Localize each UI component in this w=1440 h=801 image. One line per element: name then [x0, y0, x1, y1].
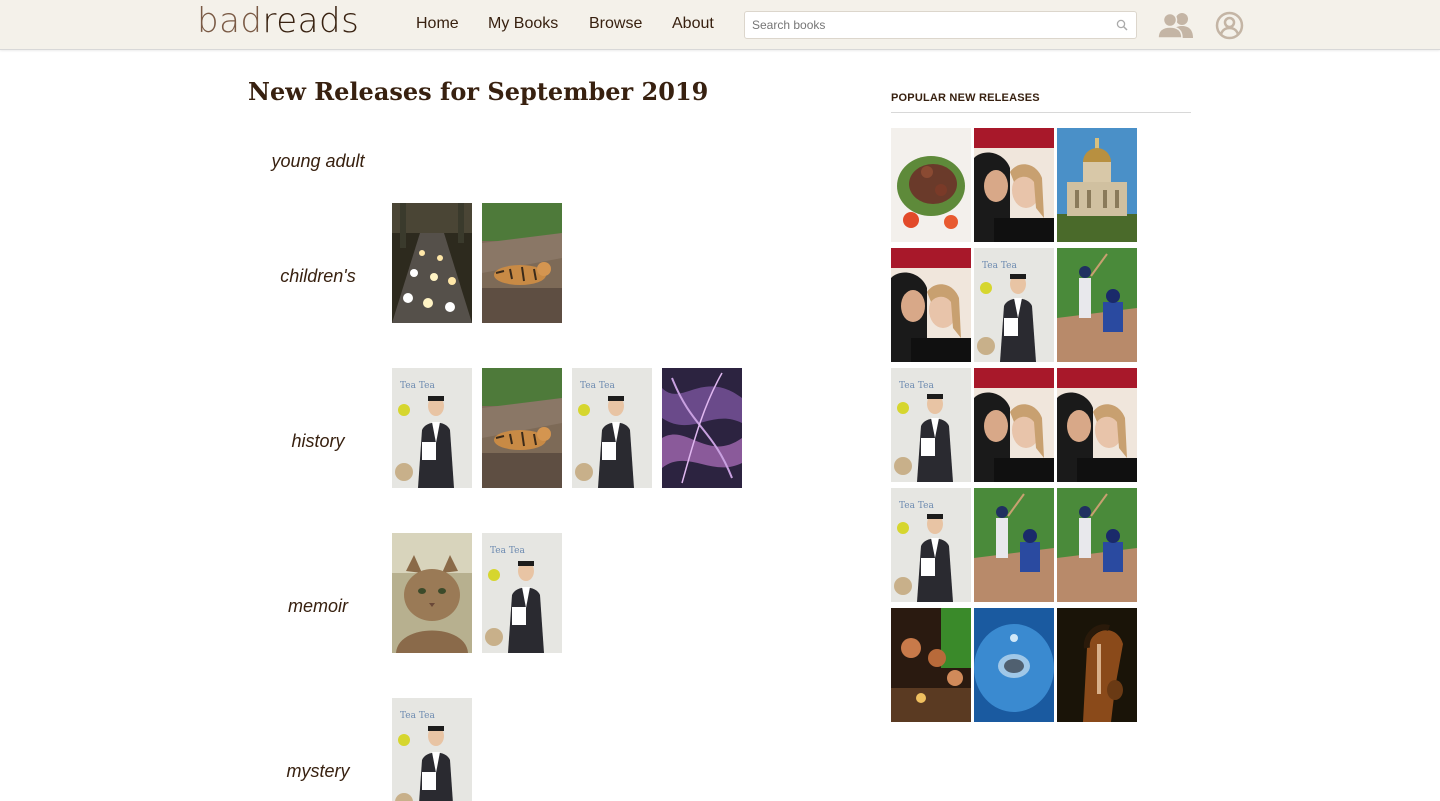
book-cover-speaker-at-event[interactable]: Tea Tea	[392, 368, 472, 488]
nav-browse-link[interactable]: Browse	[589, 14, 642, 34]
book-cover-abstract-purple-smoke[interactable]	[662, 368, 742, 488]
genre-label-memoir[interactable]: memoir	[248, 595, 388, 617]
svg-text:Tea Tea: Tea Tea	[400, 381, 435, 391]
popular-cover-salad-plate[interactable]	[891, 128, 971, 242]
book-cover-tiger-on-wall[interactable]	[482, 368, 562, 488]
badreads-logo[interactable]: badreads	[197, 2, 359, 40]
search-box	[744, 11, 1137, 39]
popular-cover-baseball-game[interactable]	[1057, 248, 1137, 362]
book-cover-speaker-at-event[interactable]: Tea Tea	[392, 698, 472, 801]
nav-about-link[interactable]: About	[672, 14, 714, 34]
book-cover-speaker-at-event[interactable]: Tea Tea	[572, 368, 652, 488]
popular-cover-horse-portrait[interactable]	[1057, 608, 1137, 722]
genre-label-young-adult[interactable]: young adult	[248, 150, 388, 172]
popular-cover-baseball-game[interactable]	[974, 488, 1054, 602]
search-icon[interactable]	[1116, 19, 1128, 31]
genre-label-mystery[interactable]: mystery	[248, 760, 388, 782]
genre-label-history[interactable]: history	[248, 430, 388, 452]
popular-cover-speaker-at-event[interactable]: Tea Tea	[891, 488, 971, 602]
search-input[interactable]	[745, 12, 1112, 38]
nav-my-books-link[interactable]: My Books	[488, 14, 558, 34]
popular-cover-restaurant-crowd[interactable]	[891, 608, 971, 722]
svg-text:Tea Tea: Tea Tea	[400, 711, 435, 721]
book-cover-tiger-on-wall[interactable]	[482, 203, 562, 323]
page-title: New Releases for September 2019	[248, 77, 709, 106]
friends-icon[interactable]	[1158, 11, 1194, 39]
nav-home-link[interactable]: Home	[416, 14, 459, 34]
sidebar-divider	[891, 112, 1191, 113]
popular-cover-speaker-at-event[interactable]: Tea Tea	[974, 248, 1054, 362]
svg-text:Tea Tea: Tea Tea	[982, 261, 1017, 271]
svg-text:Tea Tea: Tea Tea	[490, 546, 525, 556]
popular-cover-speaker-at-event[interactable]: Tea Tea	[891, 368, 971, 482]
svg-text:Tea Tea: Tea Tea	[580, 381, 615, 391]
popular-cover-couple-portrait[interactable]	[1057, 368, 1137, 482]
popular-new-releases-heading: POPULAR NEW RELEASES	[891, 92, 1040, 104]
genre-label-childrens[interactable]: children's	[248, 265, 388, 287]
top-navigation-bar: badreads Home My Books Browse About	[0, 0, 1440, 50]
svg-text:Tea Tea: Tea Tea	[899, 381, 934, 391]
popular-cover-couple-portrait[interactable]	[974, 128, 1054, 242]
book-cover-speaker-at-event[interactable]: Tea Tea	[482, 533, 562, 653]
logo-text-reads: reads	[262, 1, 360, 41]
book-cover-cat-portrait[interactable]	[392, 533, 472, 653]
popular-cover-water-droplet[interactable]	[974, 608, 1054, 722]
book-cover-traffic-at-night[interactable]	[392, 203, 472, 323]
popular-cover-couple-portrait[interactable]	[891, 248, 971, 362]
popular-cover-domed-building[interactable]	[1057, 128, 1137, 242]
profile-icon[interactable]	[1215, 11, 1244, 40]
popular-cover-couple-portrait[interactable]	[974, 368, 1054, 482]
logo-text-bad: bad	[197, 1, 263, 41]
svg-text:Tea Tea: Tea Tea	[899, 501, 934, 511]
popular-cover-baseball-game[interactable]	[1057, 488, 1137, 602]
